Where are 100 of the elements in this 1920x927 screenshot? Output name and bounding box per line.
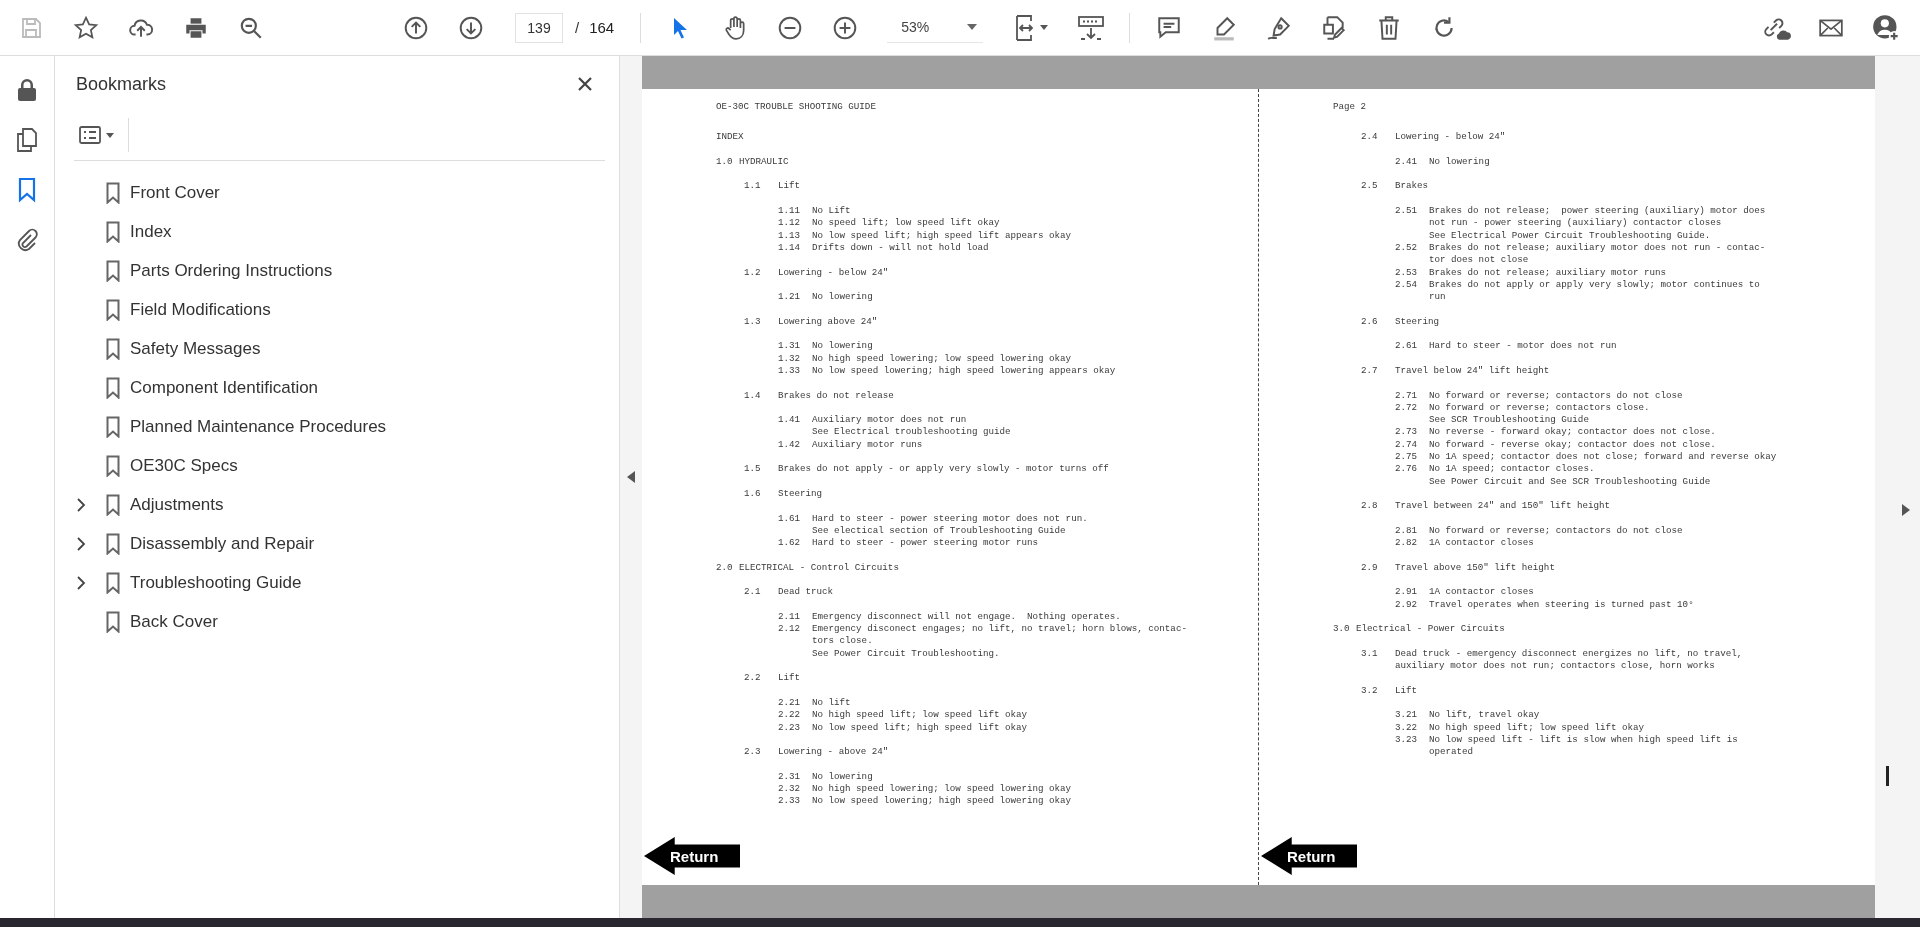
expand-chevron-icon[interactable] (76, 575, 86, 590)
index-number: 1.1 (744, 180, 762, 193)
return-link[interactable]: Return (644, 837, 740, 875)
index-number: 2.61 (1395, 340, 1419, 353)
subsection-title: Travel below 24" lift height (1395, 364, 1550, 378)
bookmark-item[interactable]: Safety Messages (130, 338, 261, 359)
zoom-dropdown[interactable]: 53% (887, 12, 984, 43)
index-number: 2.9 (1361, 561, 1379, 574)
item-text: No 1A speed; contactor does not close; forward and reverse okay (1429, 451, 1777, 464)
index-number: 3.22 (1395, 721, 1419, 734)
index-number: 1.4 (744, 389, 762, 402)
subsection-title: Lowering - below 24" (1395, 131, 1506, 144)
item-text: Brakes do not release; auxiliary motor runs (1429, 266, 1667, 279)
bookmark-item[interactable]: Index (130, 221, 172, 242)
subsection-title: Steering (1395, 315, 1440, 329)
index-number: 1.0 (716, 155, 734, 169)
index-number: 1.41 (778, 414, 802, 428)
bookmark-icon (106, 610, 120, 633)
index-number: 1.6 (744, 487, 762, 501)
item-text: No low speed lift; high speed lift okay (812, 721, 1028, 734)
bookmark-item[interactable]: OE30C Specs (130, 455, 238, 476)
index-number: 2.1 (744, 586, 762, 599)
caret-icon (967, 24, 978, 30)
item-text: No low speed lowering; high speed lowering okay (812, 795, 1072, 808)
section-title: Electrical - Power Circuits (1356, 623, 1505, 636)
bookmark-item[interactable]: Adjustments (130, 494, 224, 515)
subsection-title: Dead truck - emergency disconnect energizes no lift, no travel, auxiliary motor does not run; contactors close, horn works (1395, 647, 1743, 673)
item-text: Auxiliary motor runs (812, 438, 923, 451)
bookmark-item[interactable]: Front Cover (130, 182, 220, 203)
index-number: 2.8 (1361, 500, 1379, 513)
item-text: No reverse - forward okay; contactor does not close. (1429, 426, 1716, 439)
panel-title: Bookmarks (75, 73, 167, 95)
index-number: 1.42 (778, 438, 802, 451)
return-link[interactable]: Return (1261, 837, 1357, 875)
bookmark-item[interactable]: Back Cover (130, 611, 218, 632)
bookmark-icon (106, 298, 120, 321)
bookmark-icon (106, 337, 120, 360)
index-number: 1.11 (778, 205, 802, 218)
index-number: 3.2 (1361, 684, 1379, 697)
index-number: 2.7 (1361, 364, 1379, 378)
subsection-title: Lowering above 24" (778, 315, 878, 329)
item-text: Travel operates when steering is turned past 10° (1429, 598, 1694, 611)
item-text: No lowering (812, 770, 873, 784)
item-text: No forward - reverse okay; contactor does not close. (1429, 438, 1716, 451)
index-number: 2.6 (1361, 315, 1379, 329)
expand-panel-icon[interactable] (1902, 504, 1910, 516)
bookmark-item[interactable]: Parts Ordering Instructions (130, 260, 333, 281)
subsection-title: Travel between 24" and 150" lift height (1395, 500, 1611, 513)
collapse-panel-icon[interactable] (627, 471, 635, 483)
index-number: 1.62 (778, 537, 802, 550)
item-text: 1A contactor closes (1429, 537, 1534, 550)
item-text: No forward or reverse; contactors do not close (1429, 389, 1683, 402)
index-number: 1.31 (778, 340, 802, 353)
index-number: 2.21 (778, 696, 802, 710)
index-number: 2.23 (778, 721, 802, 734)
item-text: No low speed lowering; high speed lowering appears okay (812, 364, 1116, 378)
item-text: No high speed lift; low speed lift okay (1429, 721, 1645, 734)
expand-chevron-icon[interactable] (76, 536, 86, 551)
subsection-title: Steering (778, 487, 823, 501)
index-number: 2.71 (1395, 389, 1419, 402)
index-number: 2.72 (1395, 401, 1419, 415)
index-number: 1.21 (778, 291, 802, 304)
page-count: 164 (589, 19, 615, 36)
subsection-title: Lift (778, 672, 801, 685)
index-number: 2.41 (1395, 155, 1419, 169)
item-text: Hard to steer - power steering motor does not run. See electical section of Troubleshooting Guide (812, 512, 1088, 538)
bookmark-item[interactable]: Troubleshooting Guide (130, 572, 302, 593)
index-number: 1.14 (778, 241, 802, 255)
item-text: Brakes do not apply or apply very slowly; motor continues to run (1429, 278, 1760, 304)
bookmark-icon (106, 220, 120, 243)
subsection-title: Travel above 150" lift height (1395, 561, 1555, 574)
subsection-title: Brakes (1395, 180, 1429, 193)
expand-chevron-icon[interactable] (76, 497, 86, 512)
item-text: Drifts down - will not hold load (812, 241, 989, 255)
index-number: 2.75 (1395, 451, 1419, 464)
bookmark-item[interactable]: Disassembly and Repair (130, 533, 315, 554)
bookmark-item[interactable]: Component Identification (130, 377, 319, 398)
item-text: No speed lift; low speed lift okay (812, 217, 1000, 230)
index-number: 1.33 (778, 364, 802, 378)
index-number: 2.4 (1361, 131, 1379, 144)
page-number-field[interactable]: 139 (515, 12, 563, 43)
index-number: 2.53 (1395, 266, 1419, 279)
item-text: Auxiliary motor does not run See Electrical troubleshooting guide (812, 414, 1011, 439)
index-number: 2.82 (1395, 537, 1419, 550)
subsection-title: Lowering - above 24" (778, 746, 889, 759)
bookmark-item[interactable]: Planned Maintenance Procedures (130, 416, 387, 437)
index-number: 2.91 (1395, 586, 1419, 599)
subsection-title: Lift (1395, 684, 1418, 697)
bookmark-icon (106, 415, 120, 438)
bookmark-item[interactable]: Field Modifications (130, 299, 271, 320)
bookmark-icon (106, 376, 120, 399)
index-number: 2.2 (744, 672, 762, 685)
subsection-title: Lowering - below 24" (778, 266, 889, 279)
index-number: 2.73 (1395, 426, 1419, 439)
item-text: No lowering (812, 291, 873, 304)
scrollbar-thumb[interactable] (1886, 766, 1889, 786)
item-text: No 1A speed; contactor closes. See Power Circuit and See SCR Troubleshooting Guide (1429, 463, 1711, 488)
item-text: No lowering (1429, 155, 1490, 169)
index-number: 2.74 (1395, 438, 1419, 451)
item-text: No Lift (812, 205, 851, 218)
